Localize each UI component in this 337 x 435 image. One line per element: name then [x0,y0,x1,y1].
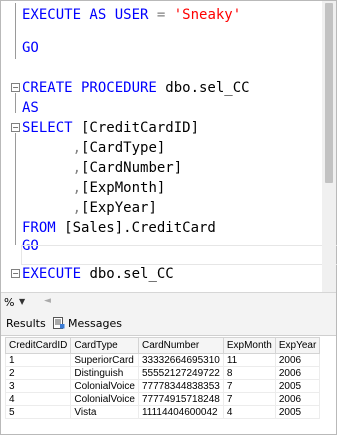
column-ref: [CardNumber] [81,160,183,176]
chevron-down-icon[interactable]: ▼ [19,297,25,306]
results-grid[interactable]: CreditCardID CardType CardNumber ExpMont… [1,336,336,434]
table-row[interactable]: 4 ColonialVoice 77774915718248 7 2006 [4,392,321,406]
cell[interactable]: 11114404600042 [137,405,224,419]
current-line-highlight [21,245,337,265]
code-line-cardtype: ,[CardType] [22,138,166,158]
results-tabs: Results Messages [1,312,336,336]
cell[interactable]: 2005 [274,405,321,419]
scrollbar-thumb[interactable] [325,3,333,183]
cell[interactable]: 33332664695310 [137,353,224,367]
code-line-go: GO [22,38,39,58]
zoom-level[interactable]: % [4,296,14,309]
fold-guide [15,3,16,59]
comma: , [22,200,82,216]
keyword: SELECT [22,120,73,136]
vertical-scrollbar[interactable] [322,1,336,292]
keyword: GO [22,40,39,56]
cell[interactable]: 2 [4,366,72,380]
fold-guide [15,93,16,113]
cell[interactable]: 2006 [274,392,321,406]
col-header-expyear[interactable]: ExpYear [274,337,321,354]
sql-editor[interactable]: − − − EXECUTE AS USER = 'Sneaky' GO CREA… [1,1,337,292]
comma: , [22,180,82,196]
cell[interactable]: 2006 [274,353,321,367]
code-line-as: AS [22,98,39,118]
code-line-cardnumber: ,[CardNumber] [22,158,183,178]
code-line-create-procedure: CREATE PROCEDURE dbo.sel_CC [22,78,250,98]
col-header-cardnumber[interactable]: CardNumber [137,337,224,354]
col-header-cardtype[interactable]: CardType [70,337,139,354]
code-line-execute-proc: EXECUTE dbo.sel_CC [22,264,174,284]
table-ref: [Sales].CreditCard [55,220,216,236]
messages-icon [53,317,65,329]
scroll-left-icon[interactable]: ◄ [44,296,51,306]
code-line-from: FROM [Sales].CreditCard [22,218,216,238]
cell[interactable]: SuperiorCard [70,353,139,367]
cell[interactable]: 8 [222,366,276,380]
comma: , [22,140,82,156]
keyword: FROM [22,220,56,236]
column-ref: [CardType] [81,140,166,156]
procedure-name: dbo.sel_CC [81,266,174,282]
cell[interactable]: 77778344838353 [137,379,224,393]
cell[interactable]: 77774915718248 [137,392,224,406]
cell[interactable]: 3 [4,379,72,393]
string-literal: 'Sneaky' [173,7,242,23]
cell[interactable]: 1 [4,353,72,367]
table-row[interactable]: 5 Vista 11114404600042 4 2005 [4,405,321,419]
results-table: CreditCardID CardType CardNumber ExpMont… [4,337,321,419]
operator: = [148,7,174,23]
column-ref: [CreditCardID] [72,120,200,136]
column-ref: [ExpYear] [81,200,157,216]
cell[interactable]: 4 [4,392,72,406]
collapse-select-icon[interactable]: − [11,123,20,132]
cell[interactable]: 4 [222,405,276,419]
col-header-creditcardid[interactable]: CreditCardID [4,337,72,354]
keyword: AS [22,100,39,116]
cell[interactable]: 7 [222,392,276,406]
tab-results-label: Results [6,317,46,330]
table-row[interactable]: 3 ColonialVoice 77778344838353 7 2005 [4,379,321,393]
query-window: − − − EXECUTE AS USER = 'Sneaky' GO CREA… [0,0,337,435]
column-ref: [ExpMonth] [81,180,166,196]
cell[interactable]: 11 [222,353,276,367]
tab-results[interactable]: Results [4,315,48,333]
keyword: CREATE PROCEDURE [22,80,157,96]
procedure-name: dbo.sel_CC [156,80,250,96]
cell[interactable]: ColonialVoice [70,379,139,393]
code-line-execute-as-user: EXECUTE AS USER = 'Sneaky' [22,5,241,25]
editor-gutter: − − − [1,1,21,292]
keyword: EXECUTE AS USER [22,7,149,23]
keyword: EXECUTE [22,266,82,282]
cell[interactable]: Vista [70,405,139,419]
cell[interactable]: 55552127249722 [137,366,224,380]
cell[interactable]: ColonialVoice [70,392,139,406]
cell[interactable]: 2006 [274,366,321,380]
cell[interactable]: 7 [222,379,276,393]
code-line-expyear: ,[ExpYear] [22,198,157,218]
tab-messages-label: Messages [68,317,122,330]
code-line-select: SELECT [CreditCardID] [22,118,199,138]
comma: , [22,160,82,176]
col-header-expmonth[interactable]: ExpMonth [222,337,276,354]
cell[interactable]: 5 [4,405,72,419]
table-row[interactable]: 1 SuperiorCard 33332664695310 11 2006 [4,353,321,367]
fold-guide [15,133,16,245]
cell[interactable]: Distinguish [70,366,139,380]
tab-messages[interactable]: Messages [51,315,126,333]
table-row[interactable]: 2 Distinguish 55552127249722 8 2006 [4,366,321,380]
cell[interactable]: 2005 [274,379,321,393]
header-row: CreditCardID CardType CardNumber ExpMont… [4,337,321,354]
code-line-expmonth: ,[ExpMonth] [22,178,166,198]
collapse-create-procedure-icon[interactable]: − [11,83,20,92]
editor-statusbar: % ▼ ◄ [1,292,336,312]
collapse-execute-icon[interactable]: − [11,269,20,278]
